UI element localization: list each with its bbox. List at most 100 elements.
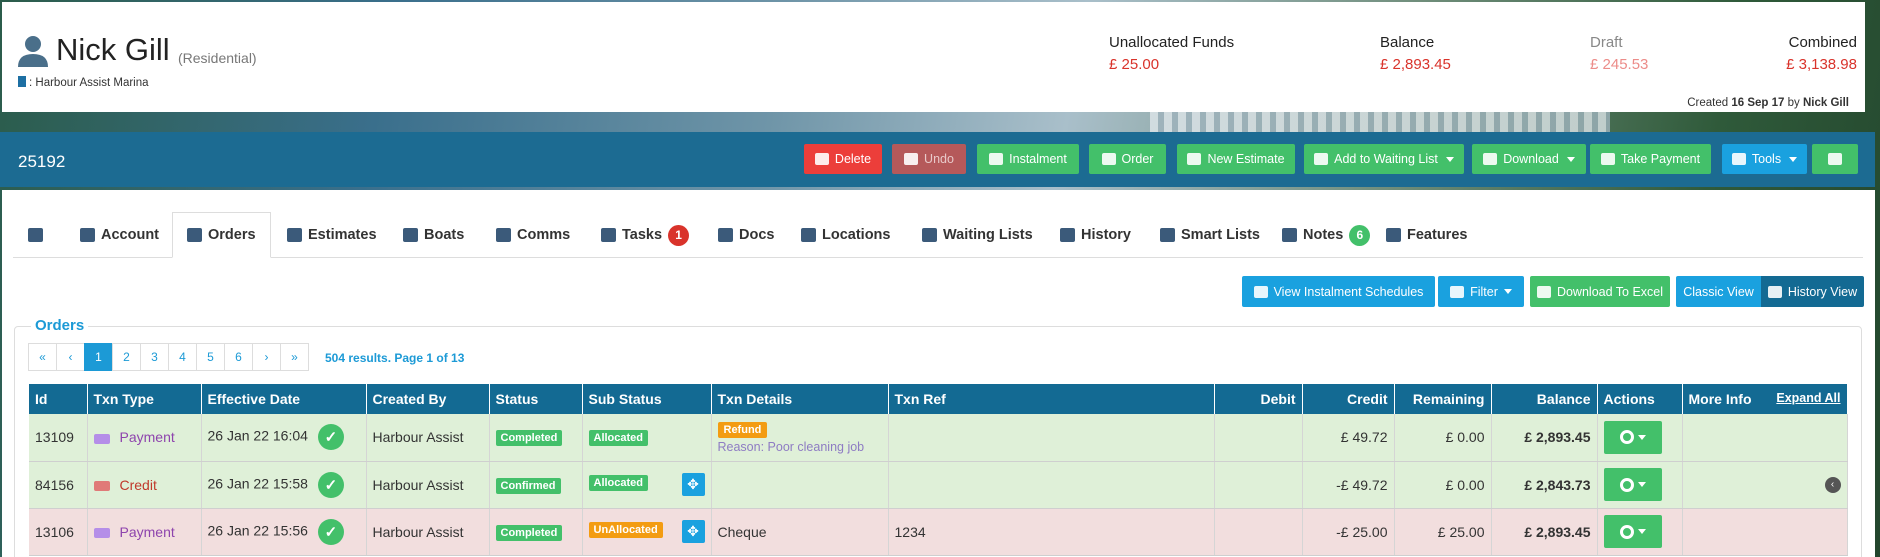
table-row[interactable]: 13106 Payment 26 Jan 22 15:56 ✓ Harbour A… — [29, 508, 1848, 556]
tab-account[interactable]: Account — [80, 212, 159, 258]
table-row[interactable]: 84156 Credit 26 Jan 22 15:58 ✓ Harbour As… — [29, 461, 1848, 509]
tab-features[interactable]: Features — [1386, 212, 1467, 258]
status-badge: Completed — [495, 524, 563, 541]
col-created-by[interactable]: Created By — [366, 384, 490, 414]
tasks-count-badge: 1 — [668, 224, 690, 246]
history-view-button[interactable]: History View — [1761, 276, 1864, 307]
table-row[interactable]: 13109 Payment 26 Jan 22 16:04 ✓ Harbour A… — [29, 414, 1848, 462]
combined-funds: Combined £ 3,138.98 — [1786, 34, 1857, 73]
row-sub-status: Allocated — [582, 414, 712, 462]
delete-button[interactable]: Delete — [804, 144, 882, 174]
history-icon — [1060, 228, 1075, 242]
tab-orders[interactable]: Orders — [172, 212, 271, 258]
order-button[interactable]: Order — [1089, 144, 1166, 174]
tab-smart-lists[interactable]: Smart Lists — [1160, 212, 1260, 258]
page-first[interactable]: « — [28, 343, 57, 371]
tab-dashboard[interactable] — [28, 212, 43, 258]
take-payment-button[interactable]: Take Payment — [1590, 144, 1711, 174]
page-prev[interactable]: ‹ — [56, 343, 85, 371]
tab-tasks[interactable]: Tasks 1 — [601, 212, 690, 258]
tools-button[interactable]: Tools — [1722, 144, 1807, 174]
page-3[interactable]: 3 — [140, 343, 169, 371]
check-circle-icon: ✓ — [317, 424, 344, 451]
page-4[interactable]: 4 — [168, 343, 197, 371]
row-status: Completed — [489, 508, 583, 556]
row-txn-type: Payment — [87, 414, 202, 462]
col-txn-type[interactable]: Txn Type — [87, 384, 202, 414]
col-txn-details[interactable]: Txn Details — [711, 384, 889, 414]
col-remaining[interactable]: Remaining — [1394, 384, 1492, 414]
tab-comms[interactable]: Comms — [496, 212, 570, 258]
col-credit[interactable]: Credit — [1302, 384, 1395, 414]
chevron-down-icon — [1637, 529, 1646, 534]
page-last[interactable]: » — [280, 343, 309, 371]
clock-icon — [1314, 153, 1329, 165]
row-balance: £ 2,893.45 — [1491, 414, 1598, 462]
col-txn-ref[interactable]: Txn Ref — [888, 384, 1215, 414]
row-effective-date: 26 Jan 22 15:58 ✓ — [201, 461, 367, 509]
customer-name: Nick Gill — [56, 32, 170, 67]
gear-icon — [1619, 477, 1634, 492]
status-badge: Completed — [495, 430, 563, 447]
settings-button[interactable] — [1812, 144, 1858, 174]
sub-status-badge: UnAllocated — [588, 522, 663, 538]
undo-button[interactable]: Undo — [892, 144, 966, 174]
row-more-info — [1682, 508, 1848, 556]
chevron-down-icon — [1637, 434, 1646, 440]
tab-notes[interactable]: Notes 6 — [1282, 212, 1371, 258]
expand-all-link[interactable]: Expand All — [1776, 391, 1840, 405]
new-estimate-button[interactable]: New Estimate — [1177, 144, 1295, 174]
tab-docs[interactable]: Docs — [718, 212, 774, 258]
chevron-left-icon[interactable]: ‹ — [1824, 476, 1841, 493]
unallocated-funds: Unallocated Funds £ 25.00 — [1109, 34, 1235, 73]
row-txn-ref — [888, 414, 1215, 462]
tab-estimates[interactable]: Estimates — [287, 212, 377, 258]
page-6[interactable]: 6 — [224, 343, 253, 371]
tab-locations[interactable]: Locations — [801, 212, 890, 258]
move-icon[interactable]: ✥ — [681, 520, 705, 543]
col-status[interactable]: Status — [489, 384, 583, 414]
sub-status-badge: Allocated — [588, 430, 649, 447]
row-balance: £ 2,843.73 — [1491, 461, 1598, 509]
col-balance[interactable]: Balance — [1491, 384, 1598, 414]
row-txn-type: Credit — [87, 461, 202, 509]
download-button[interactable]: Download — [1472, 144, 1586, 174]
tab-boats[interactable]: Boats — [403, 212, 464, 258]
row-remaining: £ 0.00 — [1394, 414, 1492, 462]
money-icon — [93, 527, 110, 538]
download-icon — [1483, 153, 1498, 165]
row-more-info — [1682, 414, 1848, 462]
page-2[interactable]: 2 — [112, 343, 141, 371]
notes-icon — [1282, 228, 1297, 242]
row-remaining: £ 0.00 — [1394, 461, 1492, 509]
col-debit[interactable]: Debit — [1214, 384, 1303, 414]
download-to-excel-button[interactable]: Download To Excel — [1530, 276, 1670, 307]
grid-icon — [1386, 228, 1401, 242]
row-created-by: Harbour Assist — [366, 508, 490, 556]
pagination: « ‹ 1 2 3 4 5 6 › » — [28, 343, 309, 371]
filter-button[interactable]: Filter — [1438, 276, 1524, 307]
move-icon[interactable]: ✥ — [681, 473, 705, 496]
page-5[interactable]: 5 — [196, 343, 225, 371]
add-to-waiting-list-button[interactable]: Add to Waiting List — [1304, 144, 1464, 174]
page-1[interactable]: 1 — [84, 343, 113, 371]
instalment-button[interactable]: Instalment — [977, 144, 1079, 174]
row-actions-button[interactable] — [1603, 420, 1662, 454]
page-next[interactable]: › — [252, 343, 281, 371]
row-actions-button[interactable] — [1603, 515, 1662, 548]
row-txn-details: Cheque — [711, 508, 889, 556]
draft-funds: Draft £ 245.53 — [1590, 34, 1649, 73]
col-effective-date[interactable]: Effective Date — [201, 384, 367, 414]
col-id[interactable]: Id — [29, 384, 88, 414]
row-txn-details — [711, 461, 889, 509]
view-instalment-schedules-button[interactable]: View Instalment Schedules — [1242, 276, 1435, 307]
marina-name: : Harbour Assist Marina — [29, 77, 149, 89]
row-debit — [1214, 461, 1303, 509]
col-sub-status[interactable]: Sub Status — [582, 384, 712, 414]
row-actions-button[interactable] — [1603, 468, 1662, 501]
row-more-info: ‹ — [1682, 461, 1848, 509]
tab-history[interactable]: History — [1060, 212, 1131, 258]
refund-badge: Refund — [717, 422, 768, 439]
classic-view-button[interactable]: Classic View — [1676, 276, 1761, 307]
tab-waiting-lists[interactable]: Waiting Lists — [922, 212, 1033, 258]
